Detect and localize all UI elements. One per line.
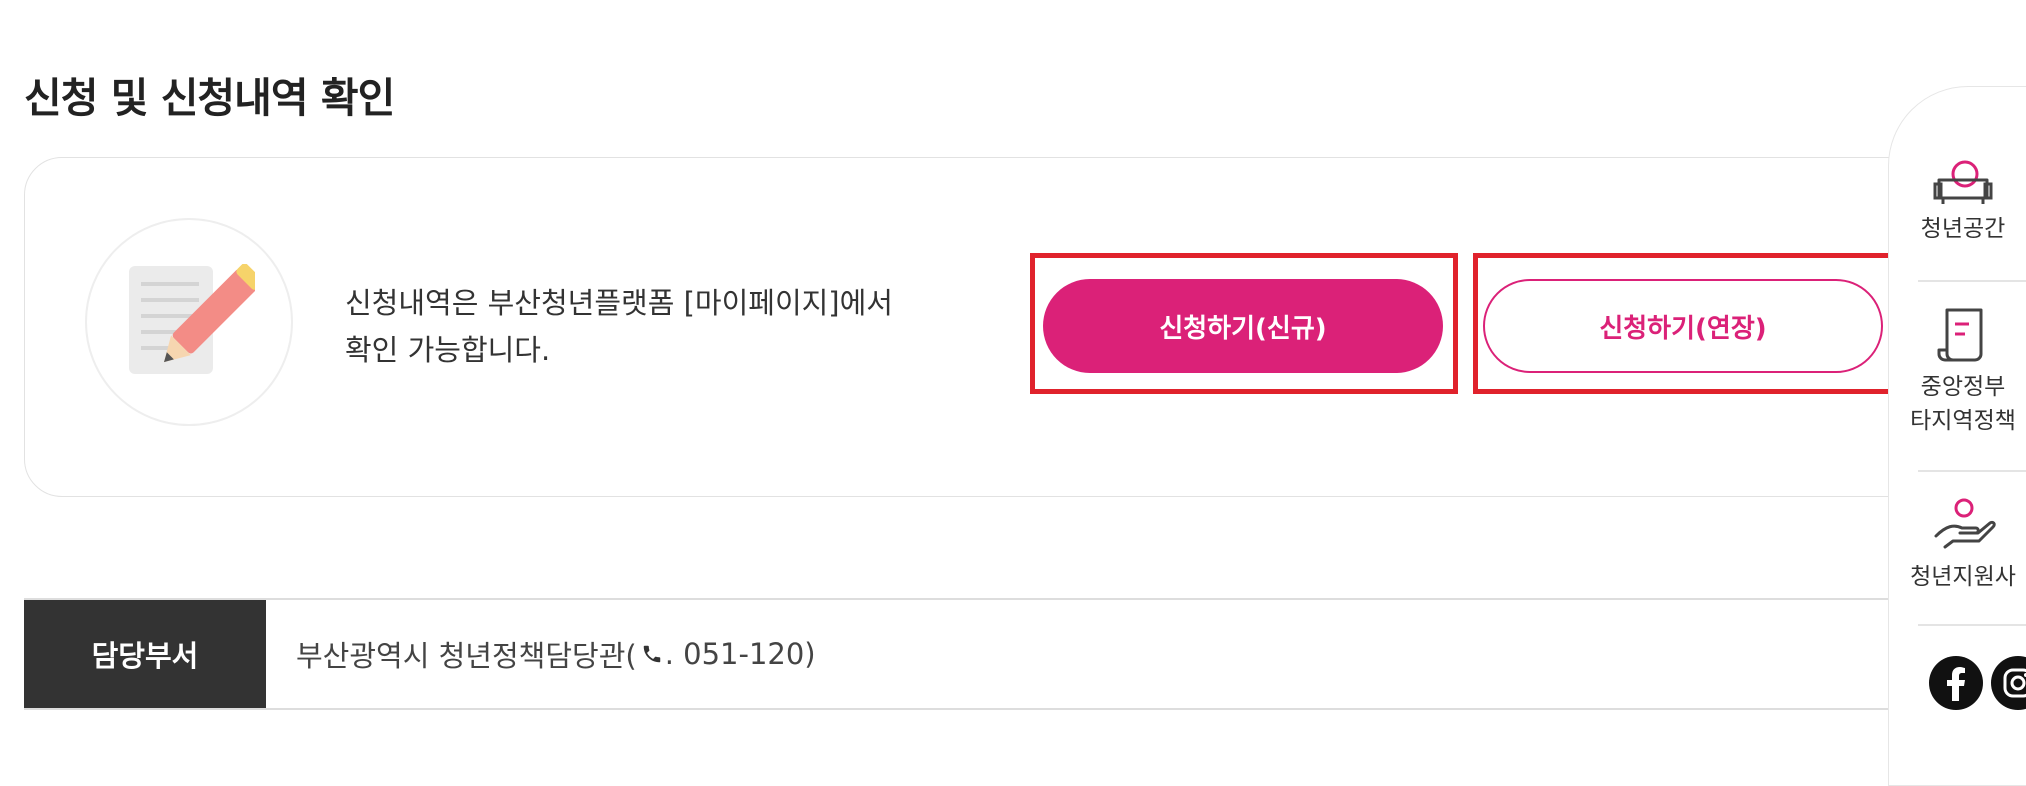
document-pencil-icon	[129, 264, 255, 374]
quick-item-youth-support[interactable]: 청년지원사	[1888, 496, 2026, 594]
card-text-line2: 확인 가능합니다.	[345, 333, 551, 367]
sofa-icon	[1933, 160, 1993, 204]
apply-extend-button[interactable]: 신청하기(연장)	[1483, 279, 1883, 373]
department-value: 부산광역시 청년정책담당관( . 051-120)	[296, 600, 816, 708]
quick-item-youth-space[interactable]: 청년공간	[1888, 158, 2026, 246]
document-scroll-icon	[1937, 308, 1983, 362]
phone-icon	[643, 645, 660, 663]
card-description: 신청내역은 부산청년플랫폼 [마이페이지]에서 확인 가능합니다.	[345, 280, 893, 374]
quick-menu-divider	[1918, 280, 2026, 282]
quick-item-gov-policy-line2: 타지역정책	[1910, 408, 2016, 434]
quick-item-gov-policy[interactable]: 중앙정부 타지역정책	[1888, 306, 2026, 438]
page-title: 신청 및 신청내역 확인	[24, 74, 395, 122]
quick-item-youth-space-label: 청년공간	[1920, 216, 2006, 242]
quick-menu-divider	[1918, 624, 2026, 626]
card-icon-circle	[85, 218, 293, 426]
instagram-icon[interactable]	[1990, 655, 2026, 715]
card-text-line1: 신청내역은 부산청년플랫폼 [마이페이지]에서	[345, 286, 893, 320]
department-label: 담당부서	[24, 600, 266, 708]
facebook-icon[interactable]	[1928, 655, 1984, 715]
apply-new-button[interactable]: 신청하기(신규)	[1043, 279, 1443, 373]
quick-menu-divider	[1918, 470, 2026, 472]
quick-item-gov-policy-line1: 중앙정부	[1920, 374, 2006, 400]
department-value-prefix: 부산광역시 청년정책담당관(	[296, 639, 637, 673]
hand-person-icon	[1934, 498, 1996, 549]
department-value-suffix: . 051-120)	[664, 637, 816, 671]
quick-item-youth-support-label: 청년지원사	[1910, 564, 2016, 590]
